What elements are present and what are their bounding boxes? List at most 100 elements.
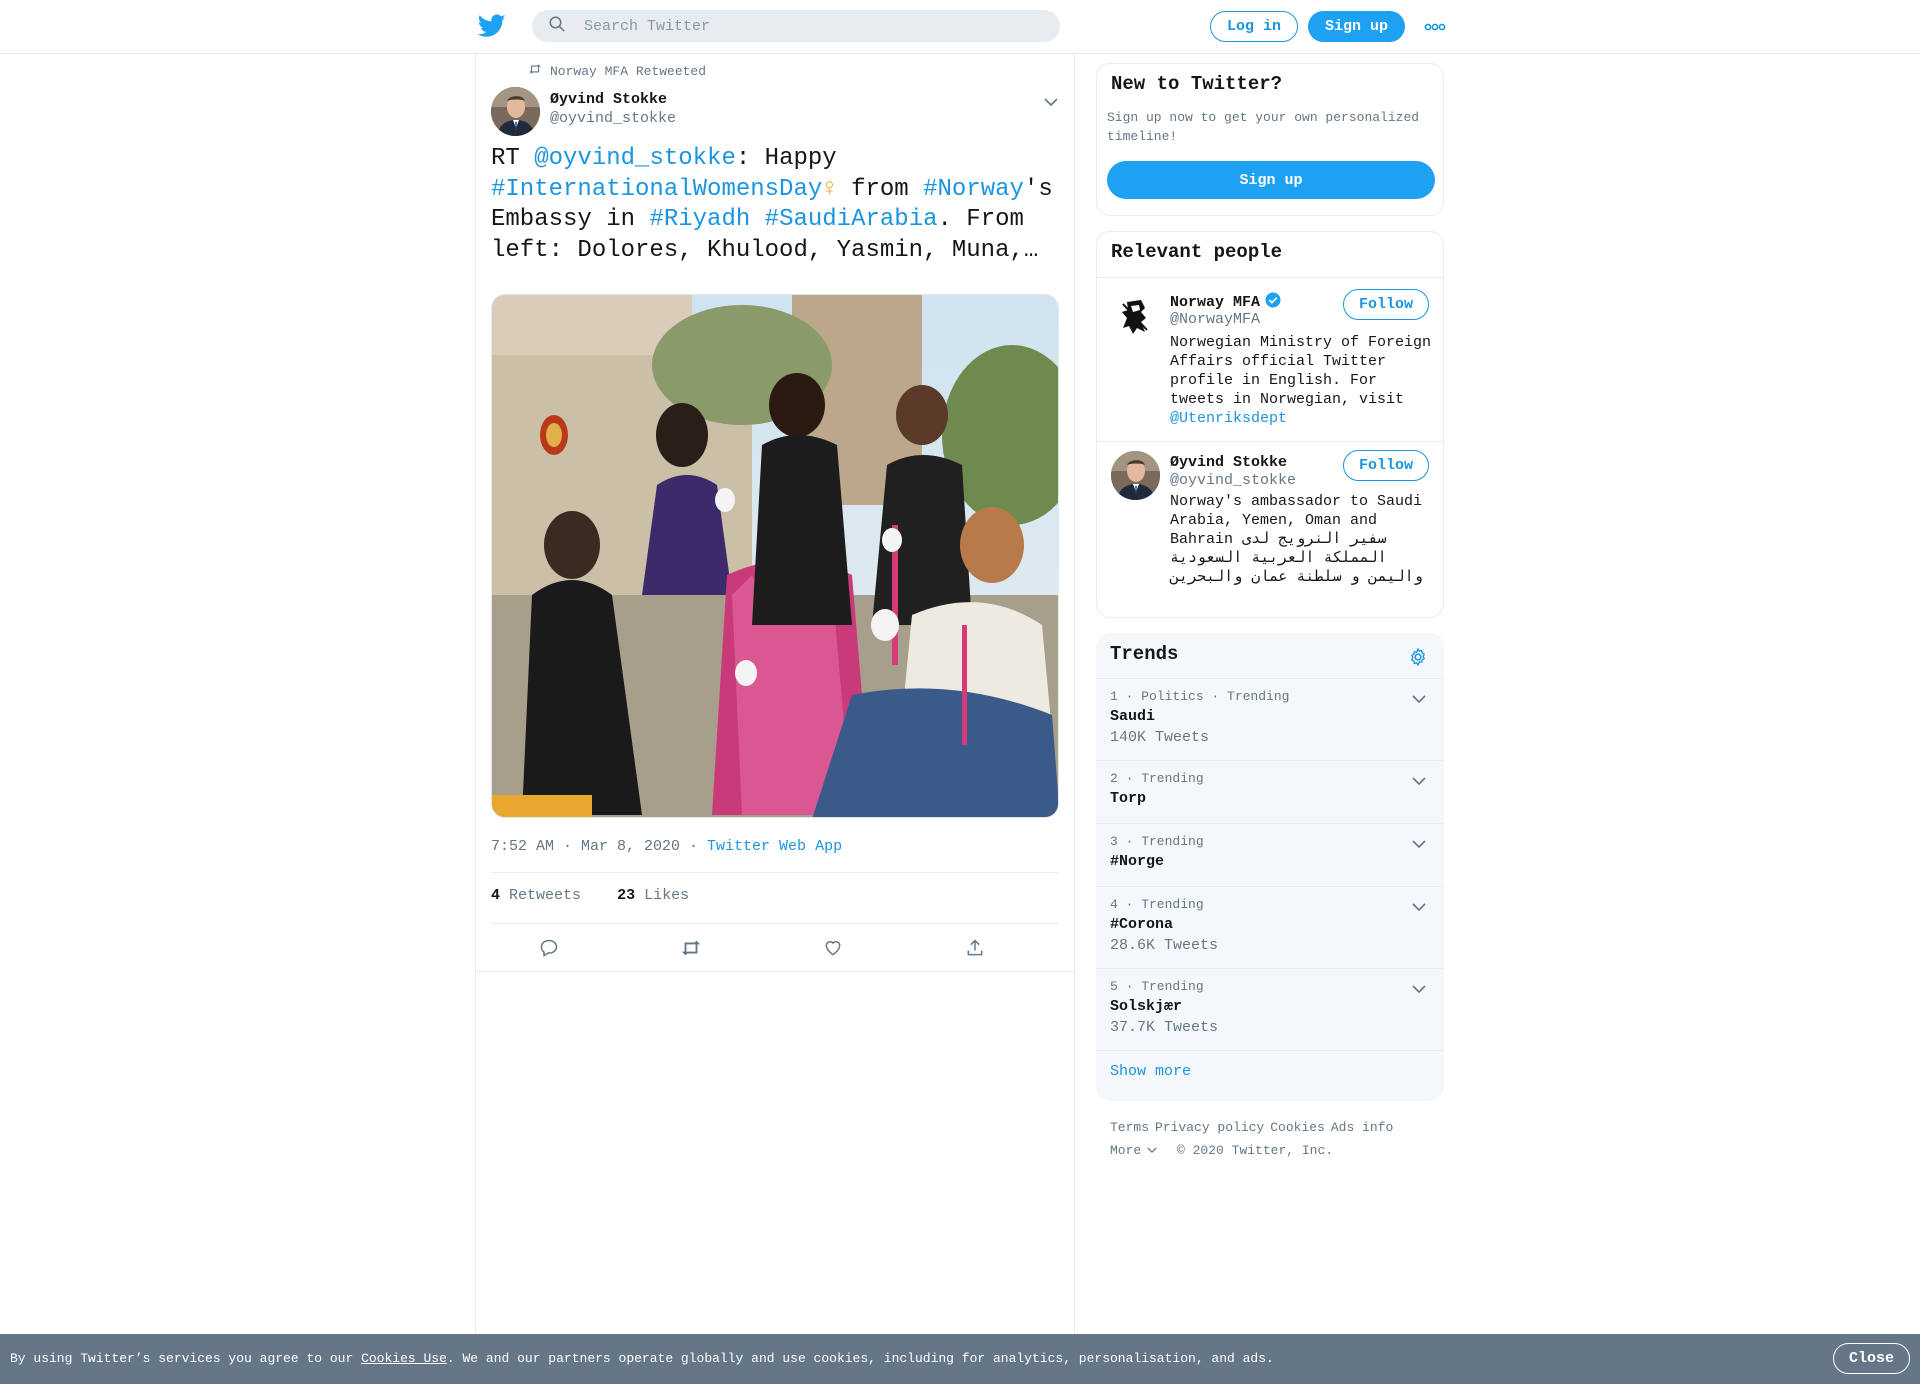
- trends-title: Trends: [1110, 643, 1179, 665]
- footer-terms-link[interactable]: Terms: [1110, 1120, 1149, 1135]
- person-bio: Norway's ambassador to Saudi Arabia, Yem…: [1170, 493, 1423, 586]
- trend-count: 28.6K Tweets: [1110, 937, 1219, 954]
- retweet-icon: [528, 63, 542, 79]
- trend-item[interactable]: 4 · Trending #Corona 28.6K Tweets: [1096, 887, 1444, 969]
- chevron-down-icon[interactable]: [1412, 836, 1426, 854]
- author-avatar[interactable]: [491, 87, 540, 136]
- person-name-text: Norway MFA: [1170, 294, 1261, 311]
- trend-name[interactable]: Solskjær: [1110, 998, 1182, 1015]
- person-name[interactable]: Øyvind Stokke: [1170, 454, 1287, 471]
- retweeted-by-text[interactable]: Norway MFA Retweeted: [550, 64, 706, 79]
- more-dots-icon[interactable]: [1424, 20, 1446, 32]
- trend-item[interactable]: 2 · Trending Torp: [1096, 761, 1444, 824]
- login-button[interactable]: Log in: [1210, 11, 1298, 42]
- search-box[interactable]: [532, 10, 1060, 42]
- relevant-people-header: Relevant people: [1097, 232, 1443, 278]
- person-handle[interactable]: @NorwayMFA: [1170, 311, 1260, 328]
- hashtag-link[interactable]: #Riyadh: [649, 206, 750, 233]
- like-icon[interactable]: [819, 934, 847, 962]
- footer-more-label: More: [1110, 1143, 1142, 1158]
- cookie-consent-text: By using Twitter’s services you agree to…: [10, 1351, 1274, 1366]
- divider: [491, 923, 1059, 924]
- twitter-bird-icon[interactable]: [477, 14, 506, 38]
- tweet-actions: [491, 934, 1059, 970]
- tweet-text-part: RT: [491, 145, 535, 172]
- trend-meta: 1 · Politics · Trending: [1110, 689, 1290, 704]
- likes-count: 23: [617, 887, 636, 904]
- trend-item[interactable]: 1 · Politics · Trending Saudi 140K Tweet…: [1096, 679, 1444, 761]
- new-to-twitter-title: New to Twitter?: [1111, 73, 1283, 95]
- footer-links: Terms Privacy policy Cookies Ads info More …: [1110, 1116, 1440, 1162]
- footer-more-link[interactable]: More: [1110, 1143, 1163, 1158]
- cookie-close-button[interactable]: Close: [1833, 1343, 1910, 1374]
- mention-link[interactable]: @oyvind_stokke: [534, 145, 736, 172]
- follow-oyvind-stokke-button[interactable]: Follow: [1343, 450, 1429, 481]
- author-name[interactable]: Øyvind Stokke: [550, 91, 667, 108]
- cookies-use-link[interactable]: Cookies Use: [361, 1351, 447, 1366]
- trend-name[interactable]: Torp: [1110, 790, 1146, 807]
- tweet-text-part: [750, 206, 764, 233]
- trend-item[interactable]: 5 · Trending Solskjær 37.7K Tweets: [1096, 969, 1444, 1051]
- chevron-down-icon[interactable]: [1412, 691, 1426, 709]
- retweets-count: 4: [491, 887, 501, 904]
- chevron-down-icon[interactable]: [1412, 981, 1426, 999]
- sidebar-signup-button[interactable]: Sign up: [1107, 161, 1435, 199]
- footer-cookies-link[interactable]: Cookies: [1270, 1120, 1325, 1135]
- hashtag-link[interactable]: #Norway: [923, 176, 1024, 203]
- retweet-context: Norway MFA Retweeted: [528, 63, 706, 79]
- person-handle[interactable]: @oyvind_stokke: [1170, 472, 1296, 489]
- person-bio-text: Norwegian Ministry of Foreign Affairs of…: [1170, 334, 1432, 408]
- chevron-down-icon[interactable]: [1412, 899, 1426, 917]
- chevron-down-icon[interactable]: [1044, 94, 1058, 112]
- tweet-text: RT @oyvind_stokke: Happy #InternationalW…: [491, 144, 1061, 266]
- tweet-source-link[interactable]: Twitter Web App: [707, 838, 842, 855]
- bio-mention-link[interactable]: @Utenriksdept: [1170, 410, 1287, 427]
- search-input[interactable]: [584, 17, 1024, 35]
- tweet-stats: 4 Retweets 23 Likes: [491, 887, 689, 904]
- retweet-action-icon[interactable]: [677, 934, 705, 962]
- trend-name[interactable]: #Norge: [1110, 853, 1164, 870]
- trends-header: Trends: [1096, 633, 1444, 679]
- follow-norway-mfa-button[interactable]: Follow: [1343, 289, 1429, 320]
- trend-name[interactable]: Saudi: [1110, 708, 1155, 725]
- person-oyvind-stokke[interactable]: Øyvind Stokke @oyvind_stokke Follow Norw…: [1097, 442, 1443, 617]
- norway-mfa-avatar[interactable]: [1111, 292, 1160, 341]
- tweet-text-part: from: [836, 175, 924, 203]
- trend-meta: 5 · Trending: [1110, 979, 1204, 994]
- likes-stat[interactable]: 23 Likes: [617, 887, 689, 904]
- chevron-down-icon: [1147, 1143, 1157, 1158]
- hashtag-link[interactable]: #SaudiArabia: [765, 206, 938, 233]
- show-more-link[interactable]: Show more: [1110, 1063, 1191, 1080]
- divider: [476, 971, 1074, 972]
- share-icon[interactable]: [961, 934, 989, 962]
- cookie-consent-bar: By using Twitter’s services you agree to…: [0, 1334, 1920, 1384]
- tweet-text-part: : Happy: [735, 145, 837, 172]
- trend-count: 140K Tweets: [1110, 729, 1210, 746]
- author-handle[interactable]: @oyvind_stokke: [550, 110, 676, 127]
- footer-copyright: © 2020 Twitter, Inc.: [1177, 1143, 1334, 1158]
- trend-item[interactable]: 3 · Trending #Norge: [1096, 824, 1444, 887]
- verified-badge-icon: [1264, 291, 1282, 314]
- tweet-timestamp: 7:52 AM · Mar 8, 2020 · Twitter Web App: [491, 838, 842, 855]
- trend-meta: 3 · Trending: [1110, 834, 1204, 849]
- oyvind-stokke-avatar[interactable]: [1111, 451, 1160, 500]
- relevant-people-card: Relevant people Norway MFA @NorwayMFA Fo…: [1096, 231, 1444, 618]
- signup-button[interactable]: Sign up: [1308, 11, 1405, 42]
- relevant-people-title: Relevant people: [1111, 241, 1283, 263]
- footer-ads-link[interactable]: Ads info: [1331, 1120, 1393, 1135]
- retweets-label: Retweets: [509, 887, 582, 904]
- retweets-stat[interactable]: 4 Retweets: [491, 887, 581, 904]
- person-norway-mfa[interactable]: Norway MFA @NorwayMFA Follow Norwegian M…: [1097, 278, 1443, 442]
- tweet-time[interactable]: 7:52 AM · Mar 8, 2020: [491, 838, 680, 855]
- tweet-column: Norway MFA Retweeted Øyvind Stokke @oyvi…: [475, 54, 1075, 1334]
- hashtag-link[interactable]: #InternationalWomensDay: [491, 176, 822, 203]
- chevron-down-icon[interactable]: [1412, 773, 1426, 791]
- trend-count: 37.7K Tweets: [1110, 1019, 1219, 1036]
- reply-icon[interactable]: [535, 934, 563, 962]
- gear-icon[interactable]: [1408, 647, 1428, 672]
- female-sign-emoji: ♀: [822, 175, 837, 203]
- tweet-photo[interactable]: [491, 294, 1059, 818]
- trend-name[interactable]: #Corona: [1110, 916, 1173, 933]
- cookie-text-before: By using Twitter’s services you agree to…: [10, 1351, 362, 1366]
- footer-privacy-link[interactable]: Privacy policy: [1155, 1120, 1264, 1135]
